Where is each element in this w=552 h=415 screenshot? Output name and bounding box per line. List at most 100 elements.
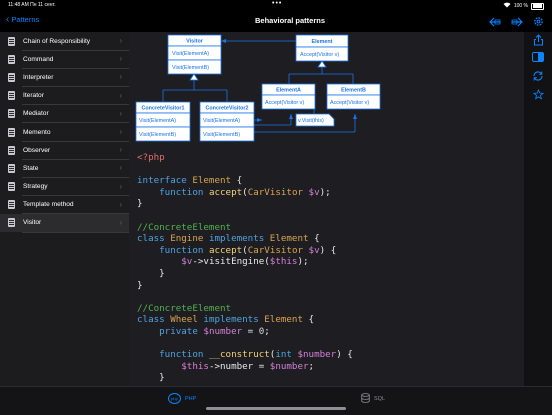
arrow-forward-icon[interactable] (511, 14, 523, 32)
content-area: Visitor Visit(ElementA) Visit(ElementB) … (129, 32, 524, 386)
document-icon (8, 109, 15, 119)
tab-php[interactable]: php PHP (168, 393, 196, 404)
tab-bar: php PHP SQL (0, 386, 552, 415)
database-icon (361, 393, 370, 405)
sidebar-item-mediator[interactable]: Mediator › (0, 105, 129, 123)
sidebar-item-memento[interactable]: Memento › (0, 123, 129, 142)
chevron-right-icon: › (119, 199, 122, 209)
code-line: $this->number = $number; (137, 361, 353, 373)
sidebar: Chain of Responsibility › Command › Interpre… (0, 32, 129, 386)
sidebar-item-iterator[interactable]: Iterator › (0, 87, 129, 105)
code-token: int (275, 349, 298, 361)
code-token: ; (308, 360, 315, 372)
code-token: Element (269, 233, 315, 245)
uml-visitor-name: Visitor (186, 39, 204, 45)
sidebar-item-label: Visitor (23, 219, 42, 227)
code-token: implements (203, 314, 265, 326)
document-icon (8, 145, 15, 155)
code-token: ) { (319, 244, 337, 256)
sidebar-item-visitor[interactable]: Visitor › (0, 213, 129, 233)
arrow-back-icon[interactable] (489, 14, 501, 32)
code-token: $v (308, 186, 320, 198)
sidebar-item-label: Command (23, 55, 54, 63)
code-token: ); (297, 256, 309, 268)
tab-php-label: PHP (185, 395, 197, 402)
code-view[interactable]: <?php interface Element { function accept… (137, 152, 353, 384)
uml-cv2-name: ConcreteVisitor2 (205, 106, 248, 112)
code-token: ); (319, 186, 331, 198)
document-icon (8, 54, 15, 64)
code-token: ->number = (208, 360, 270, 372)
multitasking-dots-icon[interactable]: ••• (272, 0, 282, 7)
code-line: function accept(CarVisitor $v); (137, 187, 353, 199)
page-title: Behavioral patterns (254, 16, 326, 25)
share-icon[interactable] (531, 34, 545, 48)
chevron-right-icon: › (119, 54, 122, 64)
uml-ea-name: ElementA (276, 88, 301, 94)
sidebar-item-label: State (23, 164, 39, 172)
code-line: } (137, 268, 353, 280)
code-token: { (236, 175, 243, 187)
document-icon (8, 72, 15, 82)
sidebar-item-label: Strategy (23, 183, 48, 191)
chevron-right-icon: › (119, 108, 122, 118)
code-token: function (159, 244, 209, 256)
document-icon (8, 91, 15, 101)
code-token: Element (264, 314, 309, 326)
row-separator (22, 231, 129, 233)
home-indicator[interactable] (206, 407, 346, 410)
uml-cv1-method-1: Visit(ElementA) (139, 118, 176, 124)
sidebar-item-interpreter[interactable]: Interpreter › (0, 68, 129, 87)
sidebar-item-label: Mediator (23, 110, 49, 118)
document-icon (8, 218, 15, 228)
uml-visitor-method-2: Visit(ElementB) (172, 65, 209, 71)
code-line: //ConcreteElement (137, 303, 353, 315)
uml-cv2-method-1: Visit(ElementA) (203, 118, 240, 124)
wifi-icon (503, 2, 511, 10)
star-icon[interactable] (531, 88, 545, 103)
status-bar: 11:48 AM Пн 11 сент. ••• 100 % (0, 0, 552, 10)
sidebar-toggle-icon[interactable] (531, 52, 545, 66)
sidebar-item-chain-of-responsibility[interactable]: Chain of Responsibility › (0, 32, 129, 51)
code-token: $v (308, 244, 320, 256)
tab-sql[interactable]: SQL (361, 393, 385, 405)
uml-visitor-method-1: Visit(ElementA) (172, 51, 209, 57)
code-token: //ConcreteElement (137, 302, 232, 314)
code-line: //ConcreteElement (137, 222, 353, 234)
status-time-date: 11:48 AM Пн 11 сент. (8, 2, 56, 8)
code-token: $v (181, 256, 193, 268)
sidebar-item-template-method[interactable]: Template method › (0, 196, 129, 214)
sidebar-item-label: Observer (23, 146, 51, 154)
uml-note: v.Visit(this) (298, 118, 324, 124)
refresh-icon[interactable] (531, 70, 545, 84)
back-button[interactable]: ‹ Patterns (6, 14, 39, 24)
sidebar-item-state[interactable]: State › (0, 159, 129, 178)
code-token: } (137, 267, 165, 279)
code-line: interface Element { (137, 175, 353, 187)
settings-icon[interactable] (533, 14, 544, 32)
sidebar-item-label: Chain of Responsibility (23, 37, 91, 45)
nav-actions (489, 14, 544, 32)
code-token: interface (137, 175, 193, 187)
sidebar-item-label: Template method (23, 201, 74, 209)
code-token: accept (208, 244, 243, 256)
code-token: //ConcreteElement (137, 221, 232, 233)
code-token: Element (192, 175, 237, 187)
sidebar-item-observer[interactable]: Observer › (0, 141, 129, 160)
code-line: } (137, 280, 353, 292)
code-line: $v->visitEngine($this); (137, 256, 353, 268)
chevron-right-icon: › (119, 145, 122, 155)
code-token: <?php (137, 152, 165, 163)
status-time: 11:48 AM (8, 2, 29, 8)
code-token: ) { (336, 349, 353, 361)
sidebar-item-command[interactable]: Command › (0, 50, 129, 69)
sidebar-item-label: Interpreter (23, 73, 54, 81)
code-line: } (137, 198, 353, 210)
sidebar-item-strategy[interactable]: Strategy › (0, 178, 129, 196)
